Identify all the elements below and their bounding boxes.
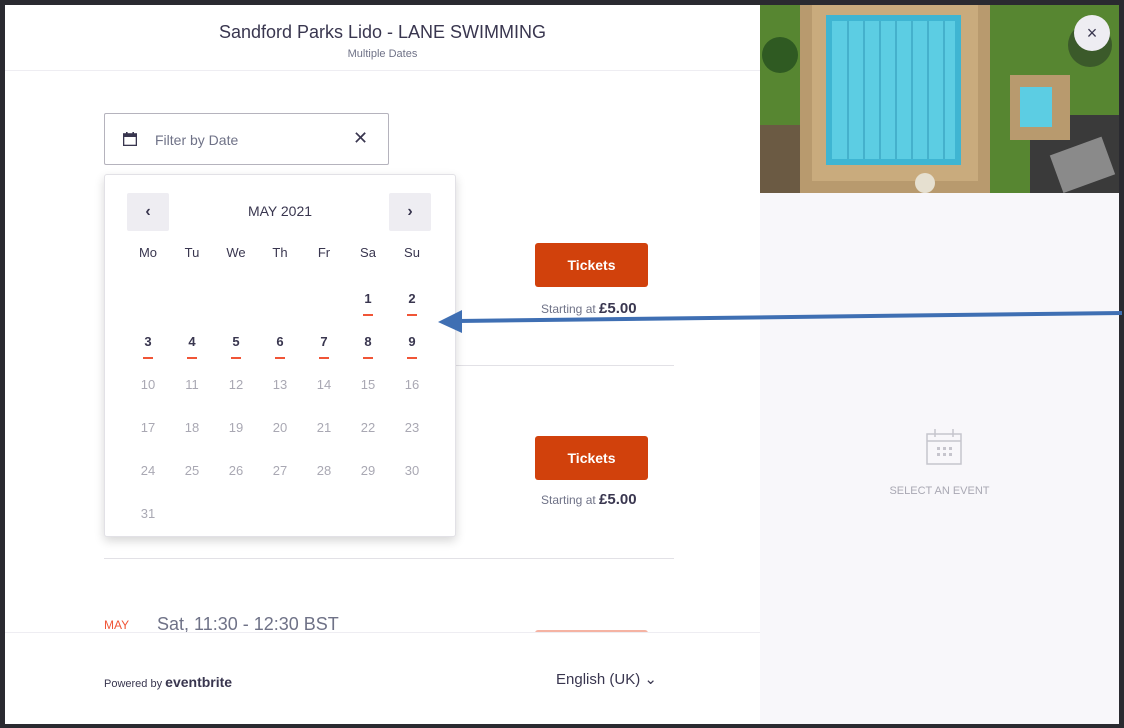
price-label: Starting at £5.00 bbox=[541, 491, 637, 508]
chevron-down-icon: ⌄ bbox=[644, 671, 657, 688]
date-picker-popup: ‹ MAY 2021 › Mo Tu We Th Fr Sa Su 1 2 3 4 5 6 7 8 9 10 11… bbox=[104, 174, 456, 537]
powered-by-text: Powered by bbox=[104, 678, 163, 690]
calendar-icon bbox=[926, 429, 962, 465]
unavailable-date: 25 bbox=[184, 463, 200, 478]
unavailable-date: 17 bbox=[140, 420, 156, 435]
unavailable-date: 20 bbox=[272, 420, 288, 435]
available-date[interactable]: 2 bbox=[390, 284, 434, 327]
unavailable-date: 10 bbox=[140, 377, 156, 392]
event-month: MAY bbox=[104, 618, 130, 632]
price-value: £5.00 bbox=[599, 491, 637, 508]
weekday-header: Mo bbox=[138, 245, 158, 260]
empty-day-cell bbox=[302, 284, 346, 327]
unavailable-date: 13 bbox=[272, 377, 288, 392]
tickets-button[interactable]: Tickets bbox=[535, 243, 648, 287]
tickets-button[interactable]: Tickets bbox=[535, 436, 648, 480]
weekday-header: We bbox=[226, 245, 246, 260]
powered-by: Powered by eventbrite bbox=[104, 674, 232, 690]
weekday-header: Sa bbox=[360, 245, 376, 260]
language-label: English (UK) bbox=[556, 671, 641, 688]
unavailable-date: 29 bbox=[360, 463, 376, 478]
unavailable-date: 27 bbox=[272, 463, 288, 478]
unavailable-date: 31 bbox=[140, 506, 156, 521]
date-filter-placeholder: Filter by Date bbox=[155, 132, 239, 148]
unavailable-date: 14 bbox=[316, 377, 332, 392]
weekday-header: Tu bbox=[184, 245, 200, 260]
eventbrite-logo[interactable]: eventbrite bbox=[165, 674, 232, 690]
available-date[interactable]: 3 bbox=[126, 327, 170, 370]
starting-at-text: Starting at bbox=[541, 302, 596, 316]
empty-day-cell bbox=[170, 284, 214, 327]
event-subtitle: Multiple Dates bbox=[347, 48, 418, 60]
unavailable-date: 12 bbox=[228, 377, 244, 392]
unavailable-date: 11 bbox=[185, 377, 199, 392]
clear-filter-icon[interactable]: ✕ bbox=[353, 128, 368, 149]
event-detail-panel: × SELECT AN EVENT bbox=[760, 5, 1119, 724]
event-title: Sandford Parks Lido - LANE SWIMMING bbox=[218, 22, 547, 42]
unavailable-date: 30 bbox=[404, 463, 420, 478]
available-date[interactable]: 6 bbox=[258, 327, 302, 370]
available-date[interactable]: 9 bbox=[390, 327, 434, 370]
unavailable-date: 16 bbox=[404, 377, 420, 392]
empty-day-cell bbox=[258, 284, 302, 327]
unavailable-date: 24 bbox=[140, 463, 156, 478]
calendar-icon bbox=[123, 132, 137, 146]
available-date[interactable]: 5 bbox=[214, 327, 258, 370]
available-date[interactable]: 7 bbox=[302, 327, 346, 370]
unavailable-date: 23 bbox=[404, 420, 420, 435]
price-label: Starting at £5.00 bbox=[541, 300, 637, 317]
empty-day-cell bbox=[126, 284, 170, 327]
unavailable-date: 19 bbox=[228, 420, 244, 435]
unavailable-date: 22 bbox=[360, 420, 376, 435]
lido-aerial-photo bbox=[760, 5, 1119, 193]
select-event-message: SELECT AN EVENT bbox=[889, 485, 990, 497]
date-filter-input[interactable]: Filter by Date ✕ bbox=[104, 113, 389, 165]
event-modal: Sandford Parks Lido - LANE SWIMMING Mult… bbox=[5, 5, 1119, 724]
modal-header: Sandford Parks Lido - LANE SWIMMING Mult… bbox=[5, 5, 760, 71]
next-month-button[interactable]: › bbox=[389, 193, 431, 231]
available-date[interactable]: 8 bbox=[346, 327, 390, 370]
available-date[interactable]: 4 bbox=[170, 327, 214, 370]
unavailable-date: 28 bbox=[316, 463, 332, 478]
starting-at-text: Starting at bbox=[541, 493, 596, 507]
divider bbox=[104, 558, 674, 559]
footer: Powered by eventbrite English (UK) ⌄ bbox=[5, 632, 760, 724]
available-date[interactable]: 1 bbox=[346, 284, 390, 327]
weekday-header: Fr bbox=[317, 245, 331, 260]
unavailable-date: 21 bbox=[316, 420, 332, 435]
weekday-header: Th bbox=[272, 245, 288, 260]
close-button[interactable]: × bbox=[1074, 15, 1110, 51]
unavailable-date: 26 bbox=[228, 463, 244, 478]
price-value: £5.00 bbox=[599, 300, 637, 317]
unavailable-date: 18 bbox=[184, 420, 200, 435]
calendar-grid: Mo Tu We Th Fr Sa Su 1 2 3 4 5 6 7 8 9 10 11 12 13 14 15 16 17 1… bbox=[126, 241, 434, 542]
event-list-panel: Sandford Parks Lido - LANE SWIMMING Mult… bbox=[5, 5, 760, 724]
weekday-header: Su bbox=[404, 245, 420, 260]
empty-day-cell bbox=[214, 284, 258, 327]
language-selector[interactable]: English (UK) ⌄ bbox=[556, 670, 657, 688]
unavailable-date: 15 bbox=[360, 377, 376, 392]
